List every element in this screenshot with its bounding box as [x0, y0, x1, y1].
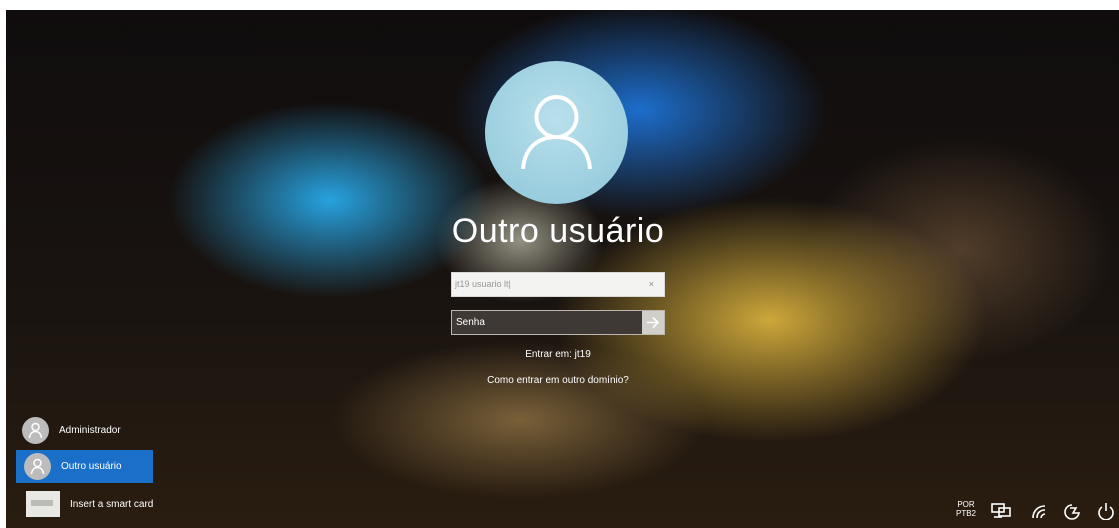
- submit-button[interactable]: [642, 311, 664, 334]
- selected-user-name: Outro usuário: [451, 212, 665, 250]
- other-domain-link[interactable]: Como entrar em outro domínio?: [451, 375, 665, 386]
- power-icon[interactable]: [1095, 502, 1117, 520]
- network-icon[interactable]: [990, 502, 1012, 520]
- sign-in-domain-text: Entrar em: jt19: [525, 349, 591, 360]
- accessibility-icon[interactable]: [1061, 502, 1083, 520]
- username-input[interactable]: jt19 usuario lt| ×: [451, 272, 665, 297]
- username-value: jt19 usuario lt|: [455, 279, 511, 289]
- screen-top-border: [0, 0, 1119, 10]
- clear-icon[interactable]: ×: [649, 273, 654, 296]
- account-label: Administrador: [59, 425, 121, 436]
- wifi-icon[interactable]: [1029, 502, 1051, 520]
- user-icon: [24, 453, 51, 480]
- smart-card-icon: [26, 491, 60, 517]
- account-outro-usuario[interactable]: Outro usuário: [16, 450, 153, 483]
- user-icon: [521, 95, 592, 170]
- user-avatar: [485, 61, 628, 204]
- account-label: Outro usuário: [61, 461, 122, 472]
- arrow-right-icon: [647, 316, 660, 329]
- language-indicator[interactable]: POR PTB2: [956, 500, 976, 518]
- password-input[interactable]: Senha: [451, 310, 665, 335]
- account-administrador[interactable]: Administrador: [22, 417, 121, 444]
- user-icon: [22, 417, 49, 444]
- screen-left-border: [0, 0, 6, 528]
- language-layout: PTB2: [956, 509, 977, 518]
- account-label: Insert a smart card: [70, 498, 154, 510]
- account-smart-card[interactable]: Insert a smart card: [26, 491, 153, 517]
- password-placeholder: Senha: [456, 317, 485, 328]
- language-code: POR: [957, 500, 975, 509]
